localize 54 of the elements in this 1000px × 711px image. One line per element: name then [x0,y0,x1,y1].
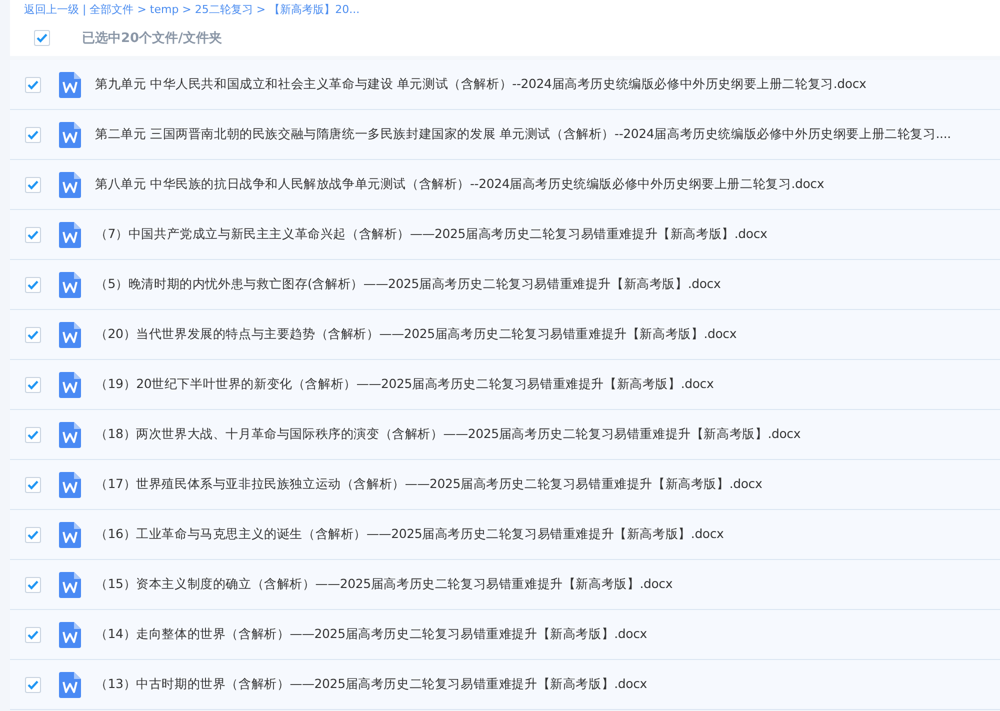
checkbox[interactable] [25,476,41,492]
file-name[interactable]: （18）两次世界大战、十月革命与国际秩序的演变（含解析）——2025届高考历史二轮复习易错重难提升【新高考版】.docx [95,426,801,443]
file-row[interactable]: （7）中国共产党成立与新民主主义革命兴起（含解析）——2025届高考历史二轮复习易错重难提升【新高考版】.docx [10,210,1000,260]
word-document-icon [59,672,81,698]
file-name[interactable]: （5）晚清时期的内忧外患与救亡图存(含解析）——2025届高考历史二轮复习易错重难提升【新高考版】.docx [95,276,721,293]
word-document-icon [59,72,81,98]
file-row[interactable]: 第八单元 中华民族的抗日战争和人民解放战争单元测试（含解析）--2024届高考历史统编版必修中外历史纲要上册二轮复习.docx [10,160,1000,210]
file-name[interactable]: （20）当代世界发展的特点与主要趋势（含解析）——2025届高考历史二轮复习易错重难提升【新高考版】.docx [95,326,737,343]
file-name[interactable]: （14）走向整体的世界（含解析）——2025届高考历史二轮复习易错重难提升【新高考版】.docx [95,626,647,643]
checkbox[interactable] [25,226,41,242]
word-document-icon [59,572,81,598]
checkbox[interactable] [34,30,50,46]
word-document-icon [59,222,81,248]
word-document-icon [59,472,81,498]
file-name[interactable]: （13）中古时期的世界（含解析）——2025届高考历史二轮复习易错重难提升【新高考版】.docx [95,676,647,693]
checkbox[interactable] [25,376,41,392]
checkbox[interactable] [25,326,41,342]
word-document-icon [59,322,81,348]
file-name[interactable]: （15）资本主义制度的确立（含解析）——2025届高考历史二轮复习易错重难提升【新高考版】.docx [95,576,673,593]
file-row[interactable]: （13）中古时期的世界（含解析）——2025届高考历史二轮复习易错重难提升【新高考版】.docx [10,660,1000,710]
word-document-icon [59,422,81,448]
file-name[interactable]: （16）工业革命与马克思主义的诞生（含解析）——2025届高考历史二轮复习易错重难提升【新高考版】.docx [95,526,724,543]
checkbox[interactable] [25,626,41,642]
file-row[interactable]: （19）20世纪下半叶世界的新变化（含解析）——2025届高考历史二轮复习易错重难提升【新高考版】.docx [10,360,1000,410]
word-document-icon [59,372,81,398]
file-name[interactable]: 第九单元 中华人民共和国成立和社会主义革命与建设 单元测试（含解析）--2024届高考历史统编版必修中外历史纲要上册二轮复习.docx [95,76,866,93]
checkbox[interactable] [25,676,41,692]
file-row[interactable]: （5）晚清时期的内忧外患与救亡图存(含解析）——2025届高考历史二轮复习易错重难提升【新高考版】.docx [10,260,1000,310]
checkbox[interactable] [25,126,41,142]
checkbox[interactable] [25,76,41,92]
selection-count: 已选中20个文件/文件夹 [82,30,222,47]
word-document-icon [59,172,81,198]
file-row[interactable]: （17）世界殖民体系与亚非拉民族独立运动（含解析）——2025届高考历史二轮复习易错重难提升【新高考版】.docx [10,460,1000,510]
file-row[interactable]: （15）资本主义制度的确立（含解析）——2025届高考历史二轮复习易错重难提升【新高考版】.docx [10,560,1000,610]
checkbox[interactable] [25,276,41,292]
checkbox[interactable] [25,176,41,192]
checkbox[interactable] [25,576,41,592]
file-row[interactable]: （18）两次世界大战、十月革命与国际秩序的演变（含解析）——2025届高考历史二轮复习易错重难提升【新高考版】.docx [10,410,1000,460]
file-name[interactable]: 第二单元 三国两晋南北朝的民族交融与隋唐统一多民族封建国家的发展 单元测试（含解析）--2024届高考历史统编版必修中外历史纲要上册二轮复习.... [95,126,951,143]
file-name[interactable]: （7）中国共产党成立与新民主主义革命兴起（含解析）——2025届高考历史二轮复习易错重难提升【新高考版】.docx [95,226,768,243]
file-row[interactable]: （20）当代世界发展的特点与主要趋势（含解析）——2025届高考历史二轮复习易错重难提升【新高考版】.docx [10,310,1000,360]
word-document-icon [59,122,81,148]
file-name[interactable]: （19）20世纪下半叶世界的新变化（含解析）——2025届高考历史二轮复习易错重难提升【新高考版】.docx [95,376,714,393]
file-row[interactable]: （16）工业革命与马克思主义的诞生（含解析）——2025届高考历史二轮复习易错重难提升【新高考版】.docx [10,510,1000,560]
file-name[interactable]: 第八单元 中华民族的抗日战争和人民解放战争单元测试（含解析）--2024届高考历史统编版必修中外历史纲要上册二轮复习.docx [95,176,824,193]
word-document-icon [59,522,81,548]
file-row[interactable]: 第九单元 中华人民共和国成立和社会主义革命与建设 单元测试（含解析）--2024届高考历史统编版必修中外历史纲要上册二轮复习.docx [10,60,1000,110]
file-name[interactable]: （17）世界殖民体系与亚非拉民族独立运动（含解析）——2025届高考历史二轮复习易错重难提升【新高考版】.docx [95,476,762,493]
file-row[interactable]: （14）走向整体的世界（含解析）——2025届高考历史二轮复习易错重难提升【新高考版】.docx [10,610,1000,660]
file-row[interactable]: 第二单元 三国两晋南北朝的民族交融与隋唐统一多民族封建国家的发展 单元测试（含解析）--2024届高考历史统编版必修中外历史纲要上册二轮复习.... [10,110,1000,160]
word-document-icon [59,622,81,648]
word-document-icon [59,272,81,298]
checkbox[interactable] [25,426,41,442]
checkbox[interactable] [25,526,41,542]
